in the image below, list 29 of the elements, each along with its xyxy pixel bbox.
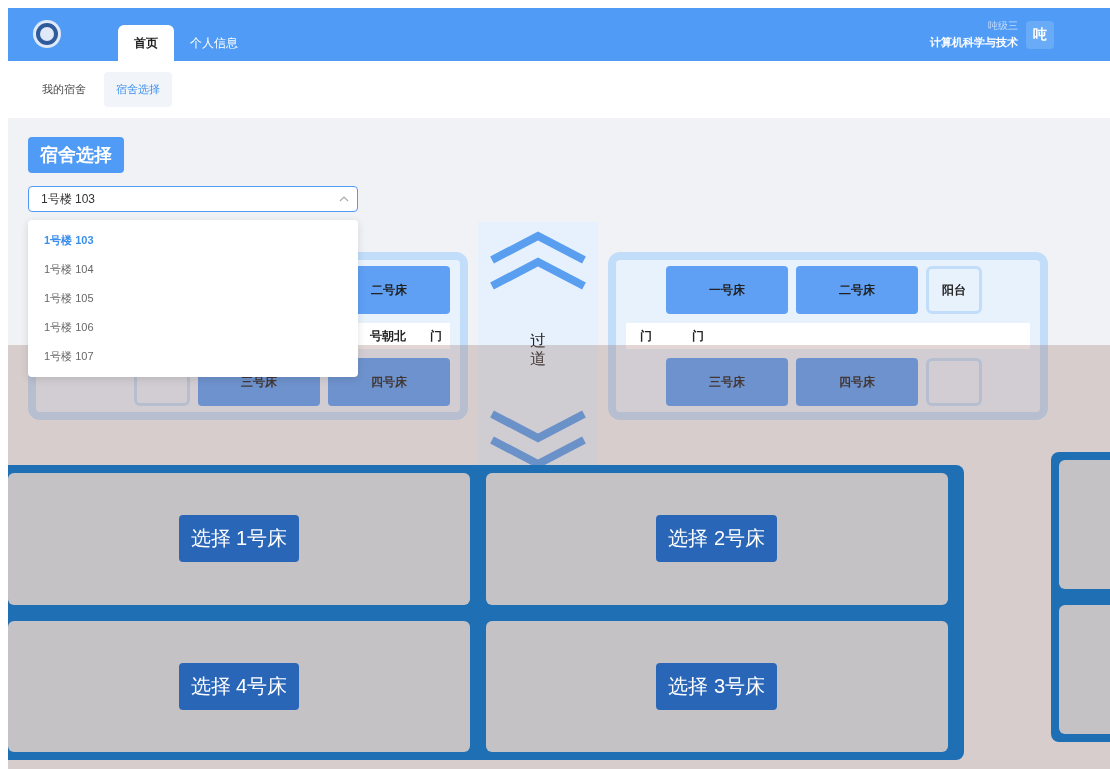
- select-bed-button[interactable]: 选择 2号床: [656, 515, 778, 563]
- bed-button[interactable]: 一号床: [666, 266, 788, 314]
- aisle-label: 门: [430, 327, 442, 345]
- select-bed-button[interactable]: 选择 1号床: [178, 515, 300, 563]
- nav-tab[interactable]: 首页: [118, 25, 174, 61]
- select-bed-button[interactable]: 选择 4号床: [178, 662, 300, 710]
- dropdown-option[interactable]: 1号楼 106: [28, 313, 358, 342]
- nav-tab[interactable]: 个人信息: [174, 25, 254, 61]
- bed-button[interactable]: 四号床: [328, 358, 450, 406]
- dropdown-option[interactable]: 1号楼 103: [28, 226, 358, 255]
- balcony-box: [926, 358, 982, 406]
- room-select[interactable]: 1号楼 103: [28, 186, 358, 212]
- corridor-label: 过道: [530, 332, 546, 368]
- bed-button[interactable]: 四号床: [796, 358, 918, 406]
- bed-button[interactable]: 二号床: [796, 266, 918, 314]
- user-major: 计算机科学与技术: [930, 35, 1018, 50]
- double-chevron-up-icon[interactable]: [490, 230, 586, 290]
- subnav-tab[interactable]: 我的宿舍: [30, 72, 98, 107]
- aisle-label: 门: [692, 327, 704, 345]
- bed-button[interactable]: 三号床: [666, 358, 788, 406]
- aisle-label: 门: [640, 327, 652, 345]
- section-title: 宿舍选择: [28, 137, 124, 173]
- balcony-box: 阳台: [926, 266, 982, 314]
- caret-icon: [339, 196, 349, 202]
- subnav-tab[interactable]: 宿舍选择: [104, 72, 172, 107]
- aisle-label: 号朝北: [370, 327, 406, 345]
- user-name: 吨级三: [988, 19, 1018, 33]
- university-logo: [32, 19, 62, 49]
- select-bed-button[interactable]: 选择 3号床: [656, 662, 778, 710]
